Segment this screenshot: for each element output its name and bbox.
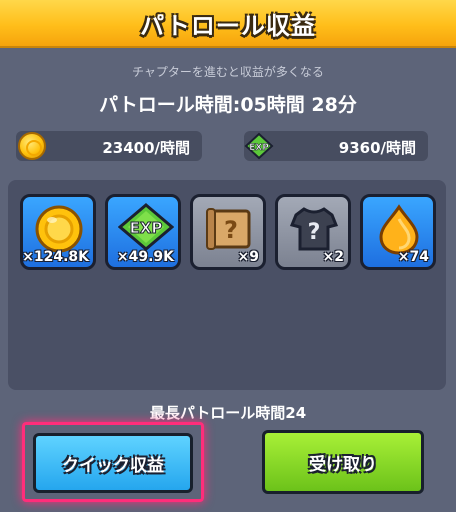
fire-drop-icon bbox=[379, 204, 419, 255]
reward-slot-shirt[interactable]: ? ×2 bbox=[275, 194, 351, 270]
reward-slot-gold[interactable]: ×124.8K bbox=[20, 194, 96, 270]
header-bar: パトロール収益 bbox=[0, 0, 456, 48]
quick-button-label: クイック収益 bbox=[62, 455, 164, 476]
receive-button-label: 受け取り bbox=[309, 454, 377, 475]
exp-gem-icon: EXP bbox=[118, 203, 174, 251]
reward-slot-drop[interactable]: ×74 bbox=[360, 194, 436, 270]
receive-button[interactable]: 受け取り bbox=[262, 430, 424, 494]
reward-count: ×124.8K bbox=[22, 249, 89, 265]
reward-slot-scroll[interactable]: ? ×9 bbox=[190, 194, 266, 270]
chapter-hint: チャプターを進むと収益が多くなる bbox=[132, 65, 324, 79]
gold-rate-bar: 23400/時間 bbox=[16, 131, 202, 161]
reward-count: ×9 bbox=[237, 249, 259, 265]
exp-badge-text: EXP bbox=[249, 143, 269, 153]
svg-text:?: ? bbox=[224, 216, 238, 244]
exp-rate-bar: EXP 9360/時間 bbox=[244, 131, 428, 161]
mystery-scroll-icon: ? bbox=[206, 208, 251, 250]
page-title: パトロール収益 bbox=[140, 11, 316, 40]
reward-count: ×49.9K bbox=[116, 249, 174, 265]
gold-coin-icon bbox=[35, 205, 83, 253]
exp-gem-icon: EXP bbox=[244, 132, 274, 160]
max-patrol-label: 最長パトロール時間24 bbox=[149, 404, 307, 422]
exp-rate-value: 9360/時間 bbox=[338, 139, 416, 157]
reward-count: ×2 bbox=[322, 249, 344, 265]
patrol-time-label: パトロール時間:05時間 28分 bbox=[99, 94, 357, 116]
reward-count: ×74 bbox=[397, 249, 429, 265]
reward-slot-exp[interactable]: EXP ×49.9K bbox=[105, 194, 181, 270]
quick-button-highlight: クイック収益 bbox=[22, 422, 204, 502]
svg-text:?: ? bbox=[308, 220, 321, 245]
exp-badge-text: EXP bbox=[130, 219, 163, 237]
gold-rate-value: 23400/時間 bbox=[102, 139, 190, 157]
mystery-shirt-icon: ? bbox=[289, 207, 339, 251]
gold-coin-icon bbox=[18, 132, 46, 160]
quick-earnings-button[interactable]: クイック収益 bbox=[33, 433, 193, 493]
